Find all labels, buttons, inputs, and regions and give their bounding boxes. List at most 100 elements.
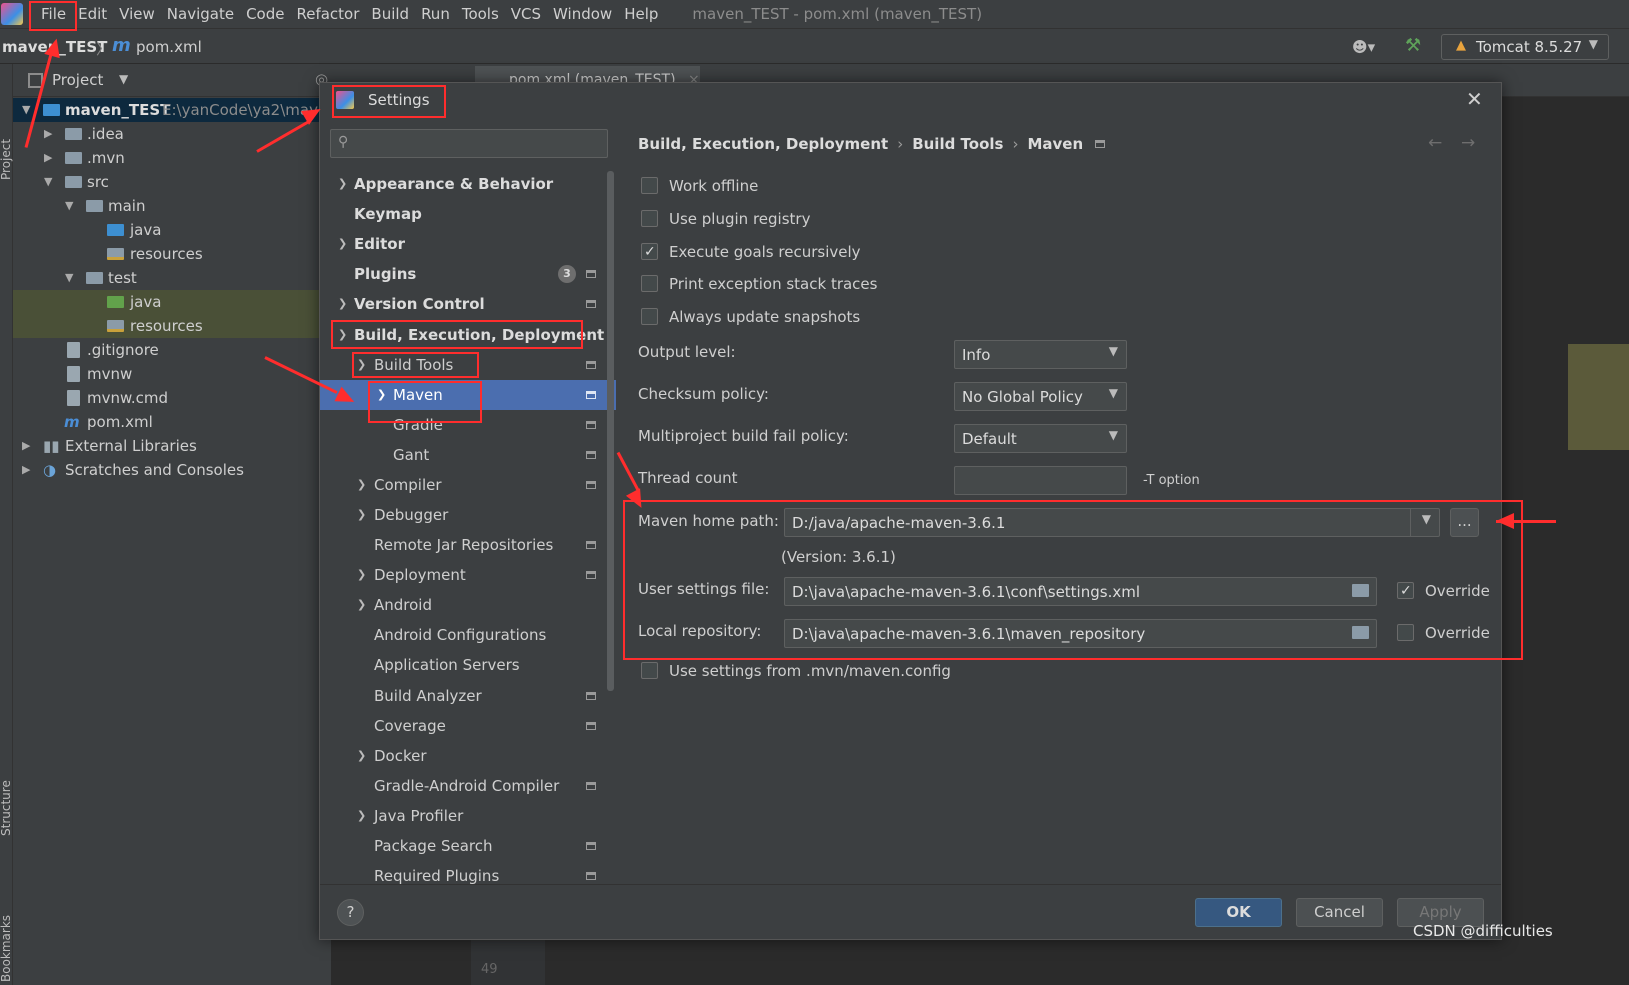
settings-item-deployment[interactable]: ❯ Deployment	[320, 560, 616, 590]
menu-refactor[interactable]: Refactor	[290, 5, 365, 23]
menu-vcs[interactable]: VCS	[505, 5, 547, 23]
checkbox-box[interactable]	[641, 210, 658, 227]
settings-item-android-configurations[interactable]: Android Configurations	[320, 620, 616, 650]
menu-tools[interactable]: Tools	[456, 5, 505, 23]
menu-run[interactable]: Run	[415, 5, 456, 23]
chevron-down-icon: ▼	[65, 271, 74, 284]
folder-icon	[86, 272, 103, 284]
tree-item-mvn[interactable]: ▶ .mvn	[13, 146, 331, 170]
project-tool-tab[interactable]: Project	[0, 139, 13, 180]
chevron-down-icon[interactable]: ▼	[119, 72, 128, 86]
settings-item-build-analyzer[interactable]: Build Analyzer	[320, 681, 616, 711]
menu-window[interactable]: Window	[547, 5, 618, 23]
close-icon[interactable]: ✕	[1466, 87, 1483, 111]
settings-item-appearance[interactable]: ❯ Appearance & Behavior	[320, 169, 616, 199]
settings-item-android[interactable]: ❯ Android	[320, 590, 616, 620]
settings-item-required-plugins[interactable]: Required Plugins	[320, 861, 616, 884]
plugins-update-badge: 3	[558, 265, 576, 283]
output-level-dropdown[interactable]: Info ▼	[954, 340, 1127, 369]
settings-item-label: Package Search	[374, 837, 493, 855]
tree-item-main-resources[interactable]: resources	[13, 242, 331, 266]
settings-item-debugger[interactable]: ❯ Debugger	[320, 500, 616, 530]
cancel-button[interactable]: Cancel	[1296, 898, 1383, 927]
menu-help[interactable]: Help	[618, 5, 664, 23]
tree-item-test-resources[interactable]: resources	[13, 314, 331, 338]
bookmarks-tool-tab[interactable]: Bookmarks	[0, 915, 13, 982]
settings-item-package-search[interactable]: Package Search	[320, 831, 616, 861]
build-hammer-icon[interactable]: ⚒	[1405, 35, 1421, 56]
chevron-right-icon: ❯	[338, 177, 348, 190]
tree-item-pom[interactable]: m pom.xml	[13, 410, 331, 434]
settings-item-editor[interactable]: ❯ Editor	[320, 229, 616, 259]
search-icon: ⚲	[338, 134, 349, 150]
tree-item-test-java[interactable]: java	[13, 290, 331, 314]
chevron-down-icon: ▼	[1108, 344, 1118, 358]
multiproject-fail-policy-dropdown[interactable]: Default ▼	[954, 424, 1127, 453]
breadcrumb-file[interactable]: pom.xml	[136, 38, 202, 56]
checksum-policy-label: Checksum policy:	[638, 385, 769, 403]
settings-breadcrumb: Build, Execution, Deployment › Build Tools…	[638, 135, 1106, 153]
back-arrow-icon[interactable]: ←	[1428, 133, 1442, 153]
settings-item-application-servers[interactable]: Application Servers	[320, 650, 616, 680]
window-title: maven_TEST - pom.xml (maven_TEST)	[692, 5, 983, 23]
tree-item-label: java	[130, 293, 162, 311]
settings-item-gradle-android-compiler[interactable]: Gradle-Android Compiler	[320, 771, 616, 801]
menu-code[interactable]: Code	[240, 5, 290, 23]
annotation-box-file-menu	[29, 1, 77, 31]
text-file-icon	[67, 390, 80, 406]
settings-item-docker[interactable]: ❯ Docker	[320, 741, 616, 771]
intellij-logo-icon	[1, 3, 23, 25]
checkbox-label: Print exception stack traces	[669, 275, 878, 293]
ok-button[interactable]: OK	[1195, 898, 1282, 927]
settings-item-plugins[interactable]: Plugins 3	[320, 259, 616, 289]
settings-item-java-profiler[interactable]: ❯ Java Profiler	[320, 801, 616, 831]
chevron-right-icon: ❯	[338, 297, 348, 310]
settings-item-label: Coverage	[374, 717, 446, 735]
menu-view[interactable]: View	[113, 5, 161, 23]
tree-item-mvnw-cmd[interactable]: mvnw.cmd	[13, 386, 331, 410]
thread-count-input[interactable]	[954, 466, 1127, 495]
annotation-box-build-execution	[331, 320, 583, 349]
run-configuration-selector[interactable]: ▲ Tomcat 8.5.27 ▼	[1441, 34, 1609, 60]
tree-item-external-libraries[interactable]: ▶ ▮▮ External Libraries	[13, 434, 331, 458]
menu-build[interactable]: Build	[365, 5, 415, 23]
user-account-icon[interactable]: ☻▾	[1352, 38, 1375, 56]
help-button[interactable]: ?	[337, 899, 364, 926]
checkbox-box[interactable]	[641, 275, 658, 292]
settings-item-gant[interactable]: Gant	[320, 440, 616, 470]
breadcrumb-build-execution-deployment[interactable]: Build, Execution, Deployment	[638, 135, 888, 153]
tree-item-scratches[interactable]: ▶ ◑ Scratches and Consoles	[13, 458, 331, 482]
tree-item-src[interactable]: ▼ src	[13, 170, 331, 194]
settings-item-label: Required Plugins	[374, 867, 500, 884]
checkbox-box[interactable]	[641, 662, 658, 679]
breadcrumb-build-tools[interactable]: Build Tools	[912, 135, 1003, 153]
tree-item-label: .idea	[87, 125, 124, 143]
tree-item-main[interactable]: ▼ main	[13, 194, 331, 218]
line-number: 49	[481, 962, 498, 977]
multiproject-fail-policy-label: Multiproject build fail policy:	[638, 427, 849, 445]
settings-tree-scrollbar[interactable]	[607, 171, 614, 691]
structure-tool-tab[interactable]: Structure	[0, 780, 13, 836]
tree-item-main-java[interactable]: java	[13, 218, 331, 242]
settings-item-label: Build Analyzer	[374, 687, 482, 705]
watermark: CSDN @difficulties	[1413, 922, 1553, 940]
forward-arrow-icon[interactable]: →	[1461, 133, 1475, 153]
menu-navigate[interactable]: Navigate	[161, 5, 240, 23]
tree-item-test[interactable]: ▼ test	[13, 266, 331, 290]
settings-item-label: Gant	[393, 446, 430, 464]
checkbox-box-checked[interactable]	[641, 241, 658, 263]
tree-item-gitignore[interactable]: .gitignore	[13, 338, 331, 362]
menu-edit[interactable]: Edit	[72, 5, 113, 23]
settings-search-box[interactable]: ⚲	[330, 129, 608, 158]
settings-search-input[interactable]	[357, 133, 597, 155]
settings-item-compiler[interactable]: ❯ Compiler	[320, 470, 616, 500]
settings-item-keymap[interactable]: Keymap	[320, 199, 616, 229]
settings-item-coverage[interactable]: Coverage	[320, 711, 616, 741]
checkbox-box[interactable]	[641, 177, 658, 194]
checksum-policy-dropdown[interactable]: No Global Policy ▼	[954, 382, 1127, 411]
checkbox-box[interactable]	[641, 308, 658, 325]
project-panel-title[interactable]: Project	[52, 71, 103, 89]
tree-root-maven-test[interactable]: ▼ maven_TEST E:\yanCode\ya2\maven	[13, 98, 337, 122]
settings-item-remote-jar[interactable]: Remote Jar Repositories	[320, 530, 616, 560]
settings-item-version-control[interactable]: ❯ Version Control	[320, 289, 616, 319]
